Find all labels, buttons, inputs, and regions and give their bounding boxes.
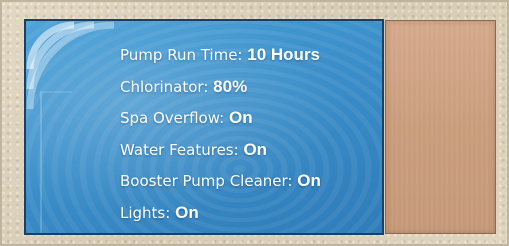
status-item-lights: Lights: On [120,197,321,229]
status-value: On [229,108,253,127]
status-label: Water Features: [120,140,239,159]
status-item-pump-run-time: Pump Run Time: 10 Hours [120,39,321,71]
pool-steps-decoration [40,91,72,233]
status-label: Spa Overflow: [120,109,225,127]
status-label: Pump Run Time: [120,46,243,64]
device-frame: Pump Run Time: 10 Hours Chlorinator: 80%… [0,0,509,246]
status-label: Chlorinator: [120,77,209,96]
status-item-chlorinator: Chlorinator: 80% [120,71,321,103]
status-value: 10 Hours [247,45,321,64]
status-item-spa-overflow: Spa Overflow: On [120,102,321,134]
status-list: Pump Run Time: 10 Hours Chlorinator: 80%… [120,39,321,228]
status-item-water-features: Water Features: On [120,134,321,166]
side-panel [385,20,496,234]
status-label: Booster Pump Cleaner: [120,172,293,190]
status-value: On [175,202,199,222]
status-value: On [243,139,268,159]
status-value: On [297,171,321,190]
status-item-booster-pump-cleaner: Booster Pump Cleaner: On [120,165,321,197]
status-value: 80% [213,76,248,96]
status-label: Lights: [120,203,171,222]
control-screen: Pump Run Time: 10 Hours Chlorinator: 80%… [24,19,384,235]
